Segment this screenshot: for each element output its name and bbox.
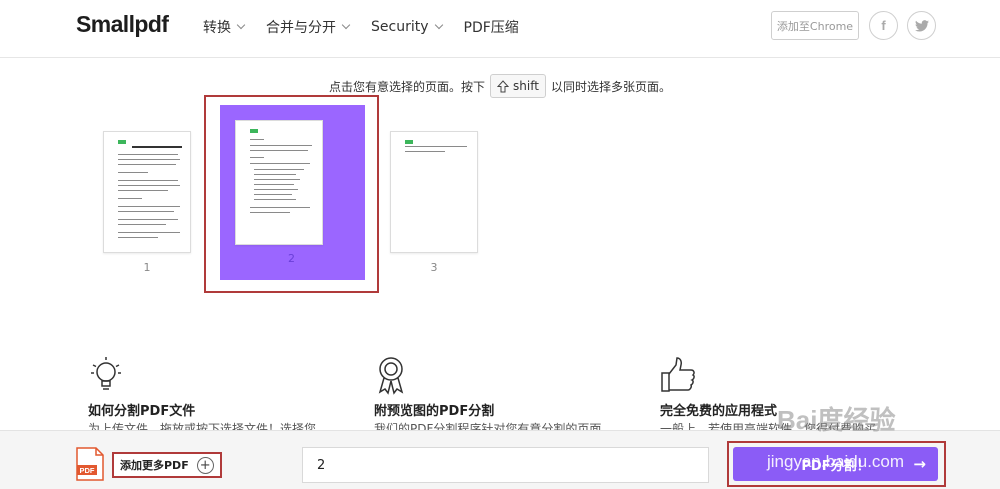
page-preview — [390, 131, 478, 253]
chevron-down-icon — [341, 20, 351, 30]
nav-item-label: 转换 — [203, 20, 231, 36]
pdf-file-icon: PDF — [76, 447, 104, 481]
facebook-icon[interactable]: f — [869, 11, 898, 40]
watermark-url: jingyan.baidu.com — [767, 452, 905, 471]
nav-item-convert[interactable]: 转换 — [203, 17, 246, 37]
chevron-down-icon — [236, 20, 246, 30]
page-logo-mark — [250, 129, 258, 133]
page-number: 1 — [143, 261, 151, 274]
watermark-brand: Bai度经验 — [777, 405, 896, 435]
nav-item-merge-split[interactable]: 合并与分开 — [266, 17, 351, 37]
page-thumbnail-1[interactable]: 1 — [103, 131, 191, 274]
page-thumbnail-2[interactable]: 2 — [204, 95, 379, 293]
chevron-down-icon — [434, 20, 443, 30]
lightbulb-icon — [91, 357, 121, 390]
instruction-text-before: 点击您有意选择的页面。按下 — [329, 79, 486, 94]
add-to-chrome-button[interactable]: 添加至Chrome — [771, 11, 859, 40]
nav-item-compress[interactable]: PDF压缩 — [464, 17, 519, 37]
smallpdf-logo[interactable]: Smallpdf — [76, 11, 169, 38]
page-logo-mark — [405, 140, 413, 144]
twitter-bird-glyph — [914, 19, 929, 32]
feature-title: 如何分割PDF文件 — [88, 404, 196, 419]
page-number: 2 — [288, 252, 295, 265]
nav-item-label: PDF压缩 — [463, 20, 519, 36]
nav-item-label: 合并与分开 — [266, 20, 336, 36]
page-preview — [235, 120, 323, 245]
instruction-text-after: 以同时选择多张页面。 — [550, 79, 671, 94]
smallpdf-split-page: Smallpdf 转换 合并与分开 Security PDF压缩 添加至Chro… — [0, 0, 1000, 489]
pdf-icon-label: PDF — [80, 466, 95, 475]
plus-circle-icon: + — [196, 456, 214, 474]
award-ribbon-icon — [378, 357, 404, 395]
add-more-pdf-button[interactable]: 添加更多PDF + — [112, 452, 222, 478]
page-thumbnail-3[interactable]: 3 — [390, 131, 478, 274]
page-preview — [103, 131, 191, 253]
shift-arrow-icon — [497, 79, 510, 92]
page-range-input[interactable] — [302, 447, 709, 483]
feature-title: 完全免费的应用程式 — [660, 404, 778, 419]
nav-item-security[interactable]: Security — [371, 17, 443, 37]
arrow-right-icon: → — [913, 455, 926, 473]
nav-item-label: Security — [371, 19, 429, 35]
page-logo-mark — [118, 140, 126, 144]
shift-key-label: shift — [513, 79, 539, 93]
thumbs-up-icon — [661, 357, 695, 392]
twitter-icon[interactable] — [907, 11, 936, 40]
add-more-pdf-label: 添加更多PDF — [120, 459, 189, 472]
main-nav: 转换 合并与分开 Security PDF压缩 — [203, 17, 519, 37]
top-header: Smallpdf 转换 合并与分开 Security PDF压缩 添加至Chro… — [0, 0, 1000, 58]
feature-title: 附预览图的PDF分割 — [374, 404, 495, 419]
page-number: 3 — [430, 261, 438, 274]
page-thumbnails: 1 2 3 — [0, 95, 1000, 295]
